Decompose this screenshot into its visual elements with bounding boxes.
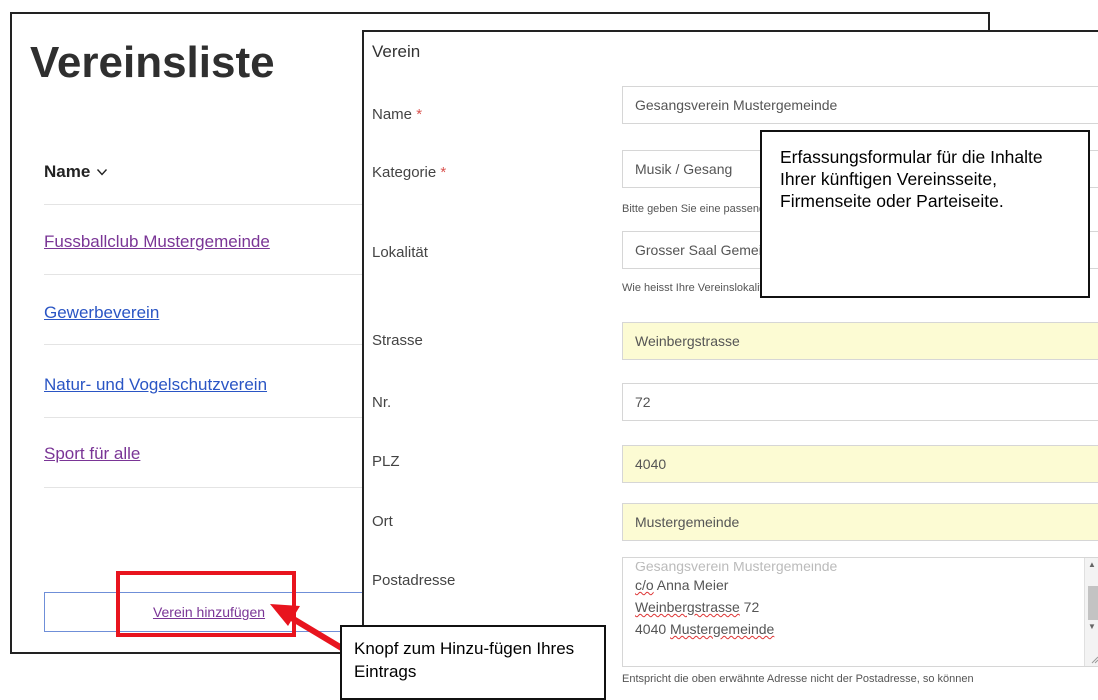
nr-label: Nr. (372, 394, 392, 411)
strasse-label: Strasse (372, 332, 423, 349)
postadresse-help: Entspricht die oben erwähnte Adresse nic… (622, 673, 974, 685)
ort-label: Ort (372, 513, 393, 530)
scroll-up-icon[interactable]: ▲ (1088, 560, 1096, 569)
list-divider (44, 344, 374, 345)
postadresse-label: Postadresse (372, 572, 456, 589)
lokalitaet-help: Wie heisst Ihre Vereinslokalität? (622, 282, 778, 294)
lokalitaet-label: Lokalität (372, 244, 428, 261)
resize-grip-icon[interactable] (1091, 656, 1098, 664)
scroll-down-icon[interactable]: ▼ (1088, 622, 1096, 631)
name-column-header[interactable]: Name (44, 162, 108, 182)
kategorie-help: Bitte geben Sie eine passende (622, 203, 772, 215)
name-column-label: Name (44, 162, 91, 181)
club-link-fussballclub[interactable]: Fussballclub Mustergemeinde (44, 232, 270, 252)
name-label: Name * (372, 106, 423, 123)
list-divider (44, 204, 374, 205)
postadresse-line: 4040 Mustergemeinde (635, 621, 775, 637)
postadresse-line: Weinbergstrasse 72 (635, 599, 760, 615)
nr-input[interactable]: 72 (622, 383, 1098, 421)
strasse-input[interactable]: Weinbergstrasse (622, 322, 1098, 360)
postadresse-line: Gesangsverein Mustergemeinde (635, 562, 838, 574)
club-link-gewerbeverein[interactable]: Gewerbeverein (44, 303, 159, 323)
postadresse-textarea[interactable]: Gesangsverein Mustergemeinde c/o Anna Me… (622, 557, 1098, 667)
postadresse-line: c/o Anna Meier (635, 577, 729, 593)
list-divider (44, 274, 374, 275)
plz-label: PLZ (372, 453, 400, 470)
club-link-sport-fuer-alle[interactable]: Sport für alle (44, 444, 140, 464)
list-divider (44, 487, 374, 488)
button-info-text: Knopf zum Hinzu-fügen Ihres Eintrags (354, 639, 575, 681)
ort-input[interactable]: Mustergemeinde (622, 503, 1098, 541)
club-link-natur-vogelschutz[interactable]: Natur- und Vogelschutzverein (44, 375, 267, 395)
page-title: Vereinsliste (30, 38, 275, 87)
kategorie-label: Kategorie * (372, 164, 447, 181)
list-divider (44, 417, 374, 418)
form-info-text: Erfassungsformular für die Inhalte Ihrer… (780, 147, 1043, 211)
form-heading: Verein (372, 42, 421, 61)
chevron-down-icon (97, 169, 108, 176)
form-info-callout: Erfassungsformular für die Inhalte Ihrer… (760, 130, 1090, 298)
textarea-scrollbar[interactable]: ▲ ▼ (1084, 558, 1098, 666)
plz-input[interactable]: 4040 (622, 445, 1098, 483)
button-highlight-box (116, 571, 296, 637)
name-input[interactable]: Gesangsverein Mustergemeinde (622, 86, 1098, 124)
button-info-callout: Knopf zum Hinzu-fügen Ihres Eintrags (340, 625, 606, 700)
scrollbar-thumb[interactable] (1088, 586, 1098, 620)
